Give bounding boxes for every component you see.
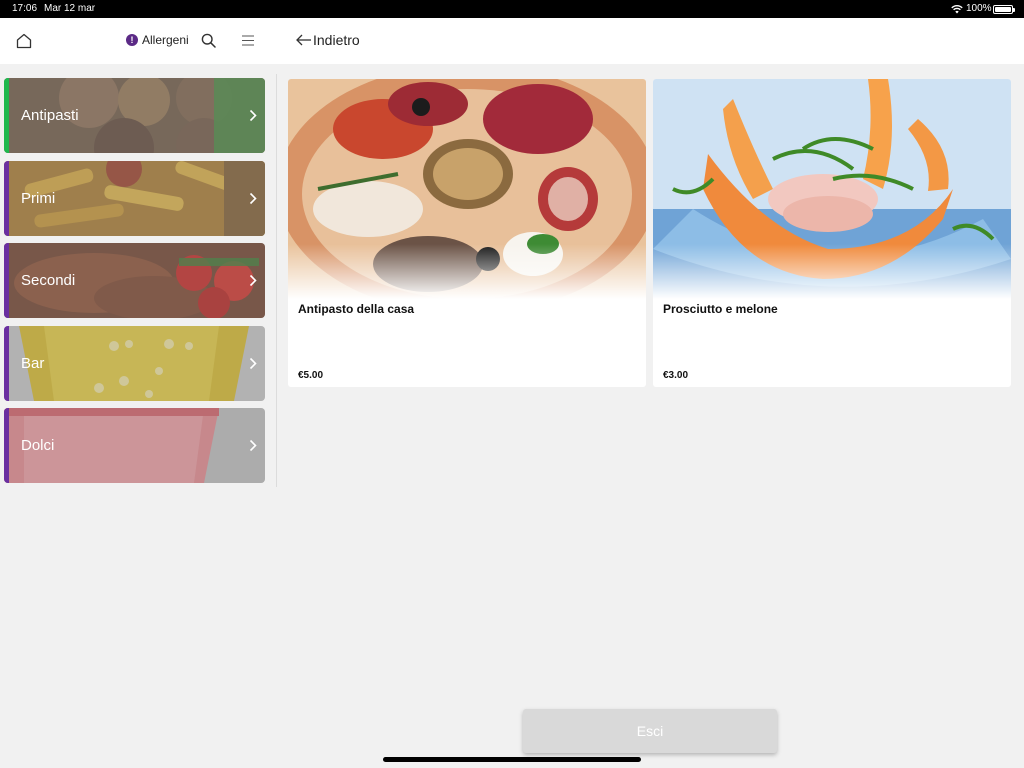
arrow-left-icon	[296, 34, 311, 46]
search-icon[interactable]	[201, 33, 216, 48]
app-header: ! Allergeni Indietro	[0, 18, 1024, 64]
category-label: Dolci	[21, 437, 55, 454]
category-primi[interactable]: Primi	[4, 160, 265, 236]
status-date: Mar 12 mar	[44, 3, 96, 14]
category-sidebar: Antipasti Primi Secondi Bar Dolci	[4, 78, 265, 491]
chevron-right-icon	[249, 439, 257, 452]
home-indicator[interactable]	[383, 757, 641, 762]
exclamation-circle-icon: !	[126, 34, 138, 46]
product-image	[288, 79, 646, 299]
allergens-button[interactable]: ! Allergeni	[126, 33, 189, 47]
product-price: €5.00	[298, 370, 324, 381]
chevron-right-icon	[249, 274, 257, 287]
category-label: Primi	[21, 189, 56, 207]
product-card[interactable]: Prosciutto e melone €3.00	[653, 79, 1011, 387]
category-secondi[interactable]: Secondi	[4, 243, 265, 318]
hamburger-menu-icon[interactable]	[242, 35, 254, 46]
chevron-right-icon	[249, 192, 257, 204]
category-label: Bar	[21, 354, 45, 372]
chevron-right-icon	[249, 357, 257, 369]
wifi-icon	[951, 5, 963, 14]
back-label: Indietro	[313, 32, 360, 48]
chevron-right-icon	[249, 109, 257, 122]
category-label: Secondi	[21, 272, 76, 289]
category-dolci[interactable]: Dolci	[4, 408, 265, 483]
category-bar[interactable]: Bar	[4, 325, 265, 401]
home-icon[interactable]	[15, 32, 33, 50]
status-time: 17:06	[12, 3, 38, 14]
panel-divider	[276, 74, 277, 487]
battery-percent: 100%	[966, 3, 992, 14]
product-price: €3.00	[663, 370, 689, 381]
product-name: Antipasto della casa	[298, 302, 415, 316]
product-image	[653, 79, 1011, 299]
back-button[interactable]: Indietro	[296, 32, 360, 48]
product-card[interactable]: Antipasto della casa €5.00	[288, 79, 646, 387]
status-bar: 17:06 Mar 12 mar 100%	[0, 0, 1024, 18]
exit-button[interactable]: Esci	[523, 709, 777, 753]
category-antipasti[interactable]: Antipasti	[4, 78, 265, 153]
product-name: Prosciutto e melone	[663, 302, 778, 316]
category-label: Antipasti	[21, 107, 79, 124]
allergens-label: Allergeni	[142, 33, 189, 47]
battery-icon	[993, 5, 1015, 14]
